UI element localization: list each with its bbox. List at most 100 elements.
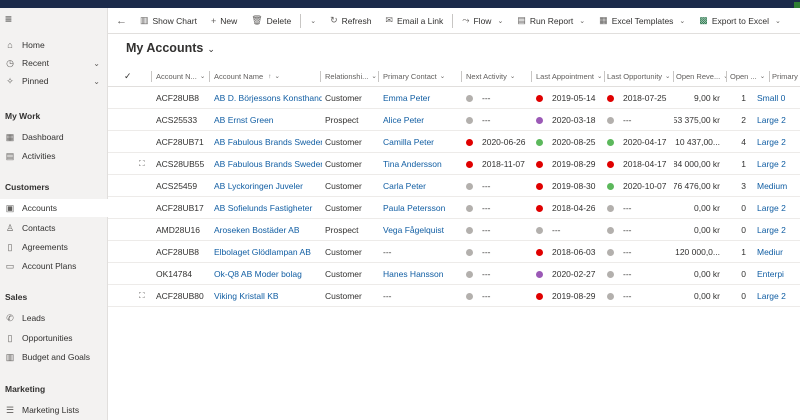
excel-templates-button[interactable]: ▦ Excel Templates ⌄ (592, 8, 692, 34)
sidebar-item-label: Marketing Lists (22, 405, 80, 415)
sidebar-item-home[interactable]: ⌂ Home (0, 36, 108, 54)
chevron-down-icon[interactable]: ⌄ (93, 59, 100, 68)
cell-relationship-text: Prospect (325, 225, 359, 235)
cell-primary-m[interactable]: Enterpi (757, 263, 800, 285)
export-excel-button[interactable]: ▩ Export to Excel ⌄ (692, 8, 788, 34)
cell-primary-m[interactable]: Medium (757, 175, 800, 197)
table-row[interactable]: AMD28U16 Aroseken Bostäder AB Prospect Vega… (108, 219, 800, 241)
cell-primary-m[interactable]: Large 2 (757, 197, 800, 219)
cell-primary-m[interactable]: Mediur (757, 241, 800, 263)
column-header-relationship[interactable]: Relationshi... ⌄ (325, 65, 377, 87)
cell-primary-m[interactable]: Large 2 (757, 153, 800, 175)
sidebar-item-accounts[interactable]: ▣ Accounts (0, 199, 108, 217)
cell-account-name-text: AB Fabulous Brands Sweden (214, 137, 322, 147)
cell-primary-contact[interactable]: Alice Peter (383, 109, 461, 131)
table-row[interactable]: ACS25459 AB Lyckoringen Juveler Customer Ca… (108, 175, 800, 197)
email-link-button[interactable]: ✉ Email a Link (378, 8, 450, 34)
cell-account-name[interactable]: Aroseken Bostäder AB (214, 219, 322, 241)
sidebar-item-budget-goals[interactable]: ▥ Budget and Goals (0, 348, 108, 366)
cell-primary-contact[interactable]: Carla Peter (383, 175, 461, 197)
cell-account-name[interactable]: AB D. Börjessons Konsthandel... (214, 87, 322, 109)
cell-open-revenue: 0,00 kr (674, 219, 720, 241)
cell-primary-contact[interactable]: Camilla Peter (383, 131, 461, 153)
column-header-last-opportunity[interactable]: Last Opportunity ⌄ (607, 65, 673, 87)
table-row[interactable]: ACF28UB8 Elbolaget Glödlampan AB Customer -… (108, 241, 800, 263)
column-header-last-appointment[interactable]: Last Appointment ⌄ (536, 65, 606, 87)
column-header-open-count[interactable]: Open ... ⌄ (730, 65, 768, 87)
sidebar-item-contacts[interactable]: ♙ Contacts (0, 219, 108, 237)
table-row[interactable]: ACF28UB71 AB Fabulous Brands Sweden Custom… (108, 131, 800, 153)
cell-primary-contact[interactable]: Paula Petersson (383, 197, 461, 219)
document-icon: ▯ (7, 332, 13, 343)
sidebar-item-activities[interactable]: ▤ Activities (0, 147, 108, 165)
column-header-primary-m[interactable]: Primary M (772, 65, 800, 87)
chevron-down-icon[interactable]: ⌄ (93, 77, 100, 86)
column-header-open-revenue[interactable]: Open Reve... ⌄ (676, 65, 726, 87)
hierarchy-icon[interactable]: ⛶ (139, 159, 145, 169)
status-dot-icon (536, 94, 543, 102)
cell-primary-m[interactable]: Small 0 (757, 87, 800, 109)
new-button[interactable]: + New (204, 8, 244, 34)
column-header-account-number[interactable]: Account N... ⌄ (156, 65, 210, 87)
report-icon: ▤ (517, 15, 526, 25)
cell-last-opportunity-text: --- (623, 247, 632, 257)
sidebar-item-recent[interactable]: ◷ Recent ⌄ (0, 54, 108, 72)
run-report-button[interactable]: ▤ Run Report ⌄ (510, 8, 592, 34)
sidebar-item-account-plans[interactable]: ▭ Account Plans (0, 257, 108, 275)
table-row[interactable]: ⛶ ACF28UB80 Viking Kristall KB Customer --- -… (108, 285, 800, 307)
cell-primary-m[interactable]: Large 2 (757, 285, 800, 307)
delete-dropdown-button[interactable]: ⌄ (303, 8, 323, 34)
table-row[interactable]: ACF28UB8 AB D. Börjessons Konsthandel...C… (108, 87, 800, 109)
column-header-primary-contact[interactable]: Primary Contact ⌄ (383, 65, 458, 87)
cell-primary-contact[interactable]: Tina Andersson (383, 153, 461, 175)
cell-next-activity-text: --- (482, 115, 491, 125)
cell-open-revenue: 76 476,00 kr (674, 175, 720, 197)
sidebar-item-dashboard[interactable]: ▦ Dashboard (0, 128, 108, 146)
select-all-checkmark-icon[interactable]: ✓ (124, 71, 132, 82)
sidebar-item-opportunities[interactable]: ▯ Opportunities (0, 329, 108, 347)
table-row[interactable]: ACS25533 AB Ernst Green Prospect Alice Pete… (108, 109, 800, 131)
cell-primary-contact[interactable]: Emma Peter (383, 87, 461, 109)
cell-account-number-text: ACS25459 (156, 181, 198, 191)
back-arrow-icon[interactable]: ← (108, 8, 133, 34)
chevron-down-icon: ⌄ (665, 73, 671, 80)
cell-account-name[interactable]: Viking Kristall KB (214, 285, 322, 307)
cell-account-name[interactable]: AB Ernst Green (214, 109, 322, 131)
cell-account-name[interactable]: AB Lyckoringen Juveler (214, 175, 322, 197)
sidebar-item-agreements[interactable]: ▯ Agreements (0, 238, 108, 256)
flow-button[interactable]: ⤳ Flow ⌄ (455, 8, 510, 34)
cell-account-name-text: Viking Kristall KB (214, 291, 279, 301)
cell-primary-contact-text: Hanes Hansson (383, 269, 444, 279)
cell-primary-contact[interactable]: Vega Fågelquist (383, 219, 461, 241)
cell-open-count-text: 1 (741, 247, 746, 257)
cell-account-name[interactable]: AB Fabulous Brands Sweden (214, 131, 322, 153)
cell-account-name[interactable]: AB Fabulous Brands Sweden Fo (214, 153, 322, 175)
column-header-next-activity[interactable]: Next Activity ⌄ (466, 65, 528, 87)
table-row[interactable]: ⛶ ACS28UB55 AB Fabulous Brands Sweden FoCu… (108, 153, 800, 175)
cell-account-name[interactable]: AB Sofielunds Fastigheter (214, 197, 322, 219)
column-header-label: Open Reve... (676, 71, 721, 81)
hierarchy-icon[interactable]: ⛶ (139, 291, 145, 301)
delete-button[interactable]: 🗑 Delete (244, 8, 298, 34)
sidebar-item-pinned[interactable]: ✧ Pinned ⌄ (0, 72, 108, 90)
cell-account-name[interactable]: Ok-Q8 AB Moder bolag (214, 263, 322, 285)
sidebar-item-leads[interactable]: ✆ Leads (0, 309, 108, 327)
column-header-account-name[interactable]: Account Name ↑ ⌄ (214, 65, 319, 87)
email-icon: ✉ (385, 15, 393, 25)
cell-primary-m[interactable]: Large 2 (757, 219, 800, 241)
sidebar-item-marketing-lists[interactable]: ☰ Marketing Lists (0, 401, 108, 419)
cell-open-count: 0 (720, 285, 746, 307)
cell-primary-m[interactable]: Large 2 (757, 109, 800, 131)
view-selector[interactable]: My Accounts ⌄ (126, 41, 215, 55)
refresh-button[interactable]: ↻ Refresh (323, 8, 378, 34)
table-row[interactable]: OK14784 Ok-Q8 AB Moder bolag Customer Hanes… (108, 263, 800, 285)
menu-hamburger-icon[interactable]: ≡ (5, 12, 12, 26)
cell-next-activity: 2018-11-07 (466, 153, 532, 175)
show-chart-button[interactable]: ▥ Show Chart (133, 8, 204, 34)
status-dot-icon (607, 204, 614, 212)
table-row[interactable]: ACF28UB17 AB Sofielunds Fastigheter Custom… (108, 197, 800, 219)
divider (531, 71, 532, 82)
cell-account-name[interactable]: Elbolaget Glödlampan AB (214, 241, 322, 263)
cell-primary-m[interactable]: Large 2 (757, 131, 800, 153)
cell-primary-contact[interactable]: Hanes Hansson (383, 263, 461, 285)
